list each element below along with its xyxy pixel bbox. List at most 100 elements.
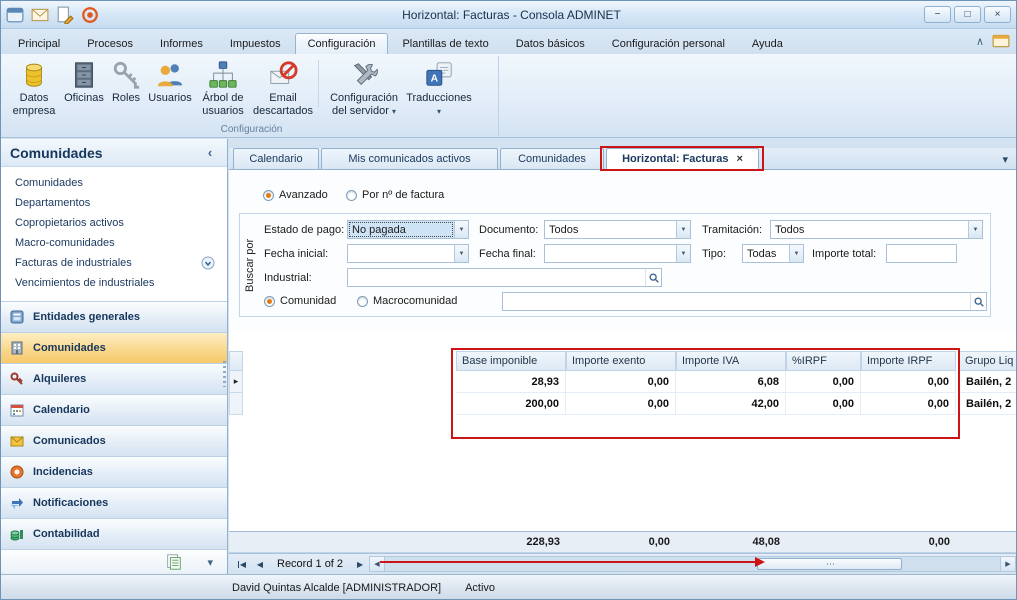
oficinas-button[interactable]: Oficinas [61, 58, 107, 107]
column-header[interactable]: Importe IRPF [861, 351, 956, 371]
dropdown-arrow-icon[interactable]: ▼ [676, 245, 690, 262]
close-tab-icon[interactable]: × [736, 153, 742, 165]
sidebar-item-incidencias[interactable]: Incidencias [1, 456, 227, 487]
ribbon-tab-impuestos[interactable]: Impuestos [217, 33, 294, 54]
tab-horizontal-facturas[interactable]: Horizontal: Facturas × [606, 148, 759, 169]
grid-cell[interactable]: 42,00 [676, 393, 786, 415]
avanzado-radio[interactable]: Avanzado [263, 189, 328, 201]
main-gap [229, 139, 1017, 148]
estado-pago-select[interactable]: No pagada ▼ [347, 220, 469, 239]
grid-cell[interactable]: 28,93 [456, 371, 566, 393]
comunidad-radio[interactable]: Comunidad [264, 295, 336, 307]
search-icon[interactable] [970, 293, 986, 310]
collapse-ribbon-icon[interactable]: ∧ [976, 35, 984, 48]
search-icon[interactable] [645, 269, 661, 286]
edit-note-icon[interactable] [56, 7, 74, 23]
dropdown-arrow-icon: ▾ [392, 107, 396, 116]
tab-calendario[interactable]: Calendario [233, 148, 319, 169]
industrial-input[interactable] [347, 268, 662, 287]
tab-list-icon[interactable]: ▾ [1002, 153, 1008, 166]
email-descartados-button[interactable]: Email descartados [251, 58, 315, 119]
usuarios-button[interactable]: Usuarios [145, 58, 195, 107]
dropdown-arrow-icon[interactable]: ▼ [454, 221, 468, 238]
configuracion-servidor-button[interactable]: Configuración del servidor ▾ [322, 58, 406, 119]
por-num-factura-radio[interactable]: Por nº de factura [346, 189, 444, 201]
grid-cell[interactable]: 0,00 [566, 393, 676, 415]
restore-button[interactable]: □ [954, 6, 981, 23]
dropdown-arrow-icon[interactable]: ▼ [968, 221, 982, 238]
sidebar-item-entidades-generales[interactable]: Entidades generales [1, 301, 227, 332]
column-header[interactable]: Grupo Liq [959, 351, 1017, 371]
ribbon-tab-procesos[interactable]: Procesos [74, 33, 146, 54]
scroll-right-icon[interactable]: ▶ [1000, 557, 1015, 571]
roles-button[interactable]: Roles [107, 58, 145, 107]
grid-cell[interactable]: 0,00 [786, 371, 861, 393]
fecha-inicial-select[interactable]: ▼ [347, 244, 469, 263]
traducciones-button[interactable]: A Traducciones ▾ [406, 58, 472, 119]
macrocomunidad-radio[interactable]: Macrocomunidad [357, 295, 457, 307]
sidebar-item-comunidades[interactable]: Comunidades [1, 332, 227, 363]
ribbon-tab-ayuda[interactable]: Ayuda [739, 33, 796, 54]
datos-empresa-button[interactable]: Datos empresa [7, 58, 61, 119]
splitter-grip[interactable] [223, 361, 226, 387]
mail-icon[interactable] [31, 7, 49, 23]
column-header[interactable]: Importe IVA [676, 351, 786, 371]
sidebar-item-calendario[interactable]: Calendario [1, 394, 227, 425]
grid-cell[interactable]: Bailén, 2 [959, 393, 1017, 415]
grid-cell[interactable]: 0,00 [786, 393, 861, 415]
column-header[interactable]: Importe exento [566, 351, 676, 371]
ribbon-tab-configuracion[interactable]: Configuración [295, 33, 389, 54]
sidebar-item-comunicados[interactable]: Comunicados [1, 425, 227, 456]
nav-link-facturas-industriales[interactable]: Facturas de industriales [1, 253, 227, 273]
grid-cell[interactable]: 0,00 [861, 371, 956, 393]
nav-options-icon[interactable]: ▾ [207, 556, 213, 569]
first-record-button[interactable]: ◀ [233, 557, 251, 572]
pages-icon[interactable] [165, 554, 183, 570]
dropdown-arrow-icon[interactable]: ▼ [676, 221, 690, 238]
tab-mis-comunicados[interactable]: Mis comunicados activos [321, 148, 498, 169]
ribbon-tab-config-personal[interactable]: Configuración personal [599, 33, 738, 54]
collapse-pane-icon[interactable]: ‹ [202, 145, 218, 160]
grid-cell[interactable]: 0,00 [566, 371, 676, 393]
column-header[interactable]: %IRPF [786, 351, 861, 371]
sidebar-item-alquileres[interactable]: Alquileres [1, 363, 227, 394]
sidebar-item-notificaciones[interactable]: Notificaciones [1, 487, 227, 518]
tipo-select[interactable]: Todas ▼ [742, 244, 804, 263]
grid-cell[interactable]: 6,08 [676, 371, 786, 393]
grid-cell[interactable]: 200,00 [456, 393, 566, 415]
ribbon-tab-datos-basicos[interactable]: Datos básicos [503, 33, 598, 54]
sidebar-item-contabilidad[interactable]: Contabilidad [1, 518, 227, 549]
grid-indicator-header [229, 351, 243, 371]
horizontal-scrollbar[interactable]: ◀ ▶ [369, 556, 1016, 572]
nav-link-copropietarios[interactable]: Copropietarios activos [1, 213, 227, 233]
expand-circle-icon[interactable] [201, 256, 215, 270]
arbol-usuarios-button[interactable]: Árbol de usuarios [195, 58, 251, 119]
tramitacion-select[interactable]: Todos ▼ [770, 220, 983, 239]
nav-link-departamentos[interactable]: Departamentos [1, 193, 227, 213]
scroll-left-icon[interactable]: ◀ [370, 557, 385, 571]
next-record-button[interactable]: ▶ [351, 557, 369, 572]
minimize-button[interactable]: − [924, 6, 951, 23]
ribbon-tab-informes[interactable]: Informes [147, 33, 216, 54]
tab-comunidades[interactable]: Comunidades [500, 148, 604, 169]
ribbon-tab-principal[interactable]: Principal [5, 33, 73, 54]
ribbon-tab-plantillas[interactable]: Plantillas de texto [389, 33, 501, 54]
entity-input[interactable] [502, 292, 987, 311]
grid-cell[interactable]: 0,00 [861, 393, 956, 415]
window-icon[interactable] [992, 33, 1010, 49]
nav-link-comunidades[interactable]: Comunidades [1, 173, 227, 193]
app-icon[interactable] [6, 7, 24, 23]
documento-select[interactable]: Todos ▼ [544, 220, 691, 239]
prev-record-button[interactable]: ◀ [251, 557, 269, 572]
column-header[interactable]: Base imponible [456, 351, 566, 371]
nav-link-macrocomunidades[interactable]: Macro-comunidades [1, 233, 227, 253]
scrollbar-thumb[interactable] [757, 558, 902, 570]
users-icon [155, 60, 185, 90]
dropdown-arrow-icon[interactable]: ▼ [454, 245, 468, 262]
nav-link-vencimientos[interactable]: Vencimientos de industriales [1, 273, 227, 293]
close-button[interactable]: × [984, 6, 1011, 23]
grid-cell[interactable]: Bailén, 2 [959, 371, 1017, 393]
fecha-final-select[interactable]: ▼ [544, 244, 691, 263]
importe-total-input[interactable] [886, 244, 957, 263]
dropdown-arrow-icon[interactable]: ▼ [789, 245, 803, 262]
